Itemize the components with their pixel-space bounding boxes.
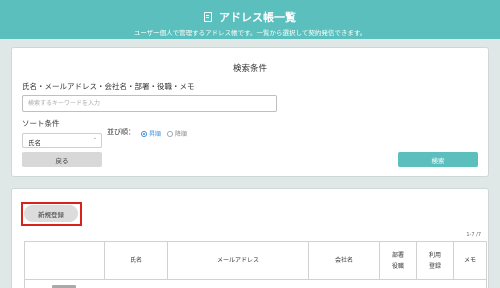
sort-select[interactable]: 氏名 ⌄	[22, 133, 102, 148]
search-panel-title: 検索条件	[232, 64, 267, 74]
order-asc-radio[interactable]: 昇順	[141, 129, 161, 138]
new-register-button[interactable]: 新規登録	[24, 205, 78, 222]
column-header-department[interactable]: 部署 役職	[380, 242, 417, 280]
table-row-divider	[25, 279, 486, 280]
column-header-name[interactable]: 氏名	[105, 242, 168, 280]
order-label: 並び順：	[107, 128, 135, 136]
column-header-email[interactable]: メールアドレス	[168, 242, 309, 280]
column-header-select	[25, 242, 105, 280]
address-table: 氏名 メールアドレス 会社名 部署 役職 利用 登録 メモ	[24, 241, 487, 288]
keyword-label: 氏名・メールアドレス・会社名・部署・役職・メモ	[22, 82, 195, 91]
order-desc-radio[interactable]: 降順	[167, 129, 187, 138]
search-panel: 検索条件 氏名・メールアドレス・会社名・部署・役職・メモ ソート条件 氏名 ⌄ …	[11, 47, 489, 177]
address-book-icon	[204, 12, 212, 22]
app-header: アドレス帳一覧 ユーザー個人で管理するアドレス帳です。一覧から選択して契約発信で…	[0, 0, 500, 39]
page-subtitle: ユーザー個人で管理するアドレス帳です。一覧から選択して契約発信できます。	[133, 29, 367, 37]
address-list-panel: 新規登録 1-7 /7 氏名 メールアドレス 会社名 部署 役職 利用 登録 メ…	[11, 188, 489, 288]
sort-selected-value: 氏名	[28, 139, 41, 147]
pager-count: 1-7 /7	[466, 232, 481, 238]
page-title-text: アドレス帳一覧	[219, 11, 296, 24]
column-header-company[interactable]: 会社名	[309, 242, 380, 280]
radio-checked-icon	[141, 130, 147, 137]
sort-label: ソート条件	[22, 119, 60, 128]
order-asc-label: 昇順	[149, 131, 162, 138]
order-desc-label: 降順	[175, 131, 188, 138]
page-title: アドレス帳一覧	[0, 9, 500, 25]
chevron-down-icon: ⌄	[92, 135, 97, 141]
column-header-registration[interactable]: 利用 登録	[417, 242, 454, 280]
radio-unchecked-icon	[167, 130, 173, 137]
keyword-search-input[interactable]	[22, 95, 277, 112]
column-header-memo: メモ	[454, 242, 487, 280]
search-button[interactable]: 検索	[398, 152, 478, 167]
back-button[interactable]: 戻る	[22, 152, 102, 167]
